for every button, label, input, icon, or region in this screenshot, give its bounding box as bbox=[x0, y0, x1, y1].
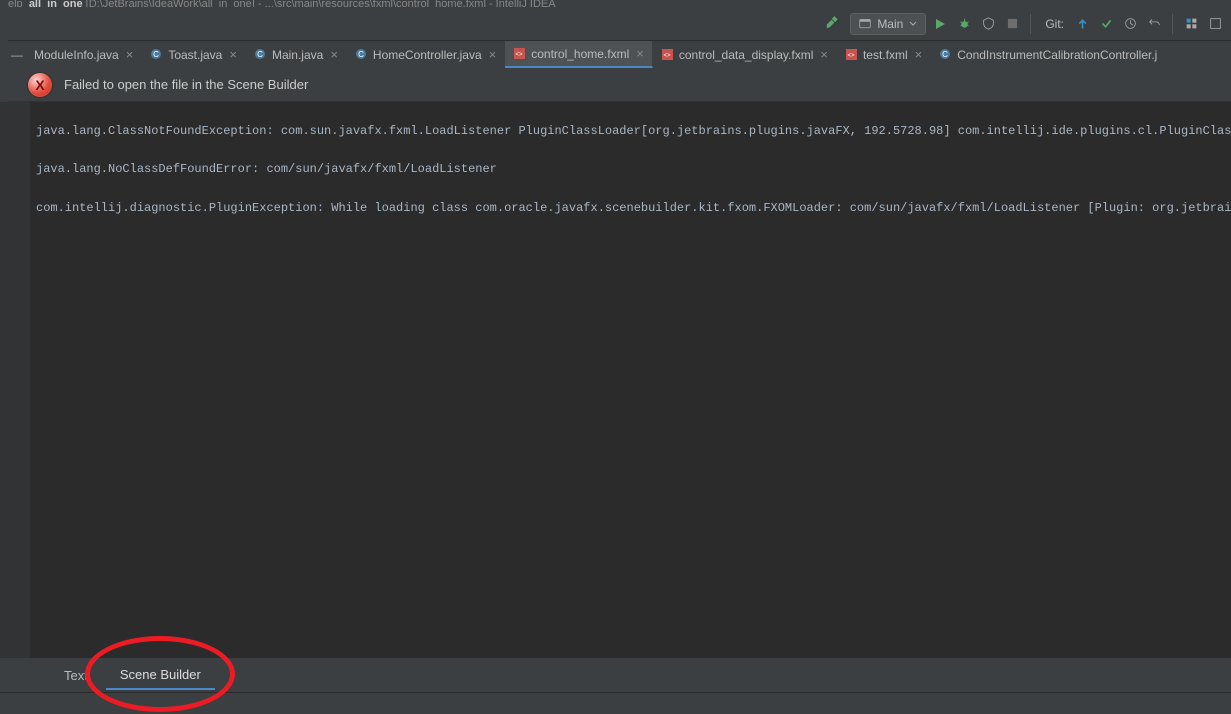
chevron-down-icon bbox=[909, 20, 917, 28]
close-icon[interactable]: × bbox=[636, 46, 644, 61]
file-label: Toast.java bbox=[168, 48, 222, 62]
file-label: CondInstrumentCalibrationController.j bbox=[957, 48, 1157, 62]
class-icon: C bbox=[939, 48, 952, 61]
close-icon[interactable]: × bbox=[915, 47, 923, 62]
tab-control-data-display-fxml[interactable]: <> control_data_display.fxml × bbox=[653, 41, 837, 68]
title-path: [D:\JetBrains\IdeaWork\all_in_one] - ...… bbox=[86, 0, 556, 7]
file-label: ModuleInfo.java bbox=[34, 48, 119, 62]
fxml-icon: <> bbox=[661, 48, 674, 61]
vcs-commit-icon[interactable] bbox=[1096, 14, 1116, 34]
window-title-bar: elp all_in_one [D:\JetBrains\IdeaWork\al… bbox=[0, 0, 1231, 7]
git-label: Git: bbox=[1045, 17, 1064, 31]
tab-control-home-fxml[interactable]: <> control_home.fxml × bbox=[505, 41, 653, 68]
error-banner: X Failed to open the file in the Scene B… bbox=[0, 68, 1231, 102]
editor-gutter bbox=[0, 102, 30, 658]
menu-help[interactable]: elp bbox=[8, 0, 23, 7]
editor-tabs: — ModuleInfo.java × C Toast.java × C Mai… bbox=[0, 41, 1231, 68]
search-everywhere-icon[interactable] bbox=[1205, 14, 1225, 34]
project-structure-icon[interactable] bbox=[1181, 14, 1201, 34]
debug-icon[interactable] bbox=[954, 14, 974, 34]
main-toolbar: Main Git: bbox=[0, 7, 1231, 41]
svg-text:C: C bbox=[358, 50, 364, 59]
fxml-icon: <> bbox=[845, 48, 858, 61]
svg-text:<>: <> bbox=[847, 53, 855, 59]
file-label: control_data_display.fxml bbox=[679, 48, 814, 62]
vcs-update-icon[interactable] bbox=[1072, 14, 1092, 34]
stack-line-2: java.lang.NoClassDefFoundError: com/sun/… bbox=[36, 162, 497, 176]
collapse-tabs-icon[interactable]: — bbox=[8, 41, 26, 68]
svg-text:<>: <> bbox=[663, 53, 671, 59]
class-icon: C bbox=[254, 48, 267, 61]
build-icon[interactable] bbox=[822, 14, 842, 34]
vcs-revert-icon[interactable] bbox=[1144, 14, 1164, 34]
tab-toast[interactable]: C Toast.java × bbox=[142, 41, 246, 68]
close-icon[interactable]: × bbox=[229, 47, 237, 62]
error-icon: X bbox=[28, 73, 52, 97]
svg-text:C: C bbox=[153, 50, 159, 59]
tab-condinstrument[interactable]: C CondInstrumentCalibrationController.j bbox=[931, 41, 1166, 68]
tab-moduleinfo[interactable]: ModuleInfo.java × bbox=[26, 41, 142, 68]
fxml-icon: <> bbox=[513, 47, 526, 60]
svg-text:C: C bbox=[257, 50, 263, 59]
status-bar bbox=[0, 692, 1231, 714]
separator bbox=[1172, 14, 1173, 34]
vcs-history-icon[interactable] bbox=[1120, 14, 1140, 34]
tab-homecontroller[interactable]: C HomeController.java × bbox=[347, 41, 505, 68]
bottom-tabs: Text Scene Builder bbox=[30, 658, 1231, 692]
class-icon: C bbox=[150, 48, 163, 61]
run-icon[interactable] bbox=[930, 14, 950, 34]
stack-line-1: java.lang.ClassNotFoundException: com.su… bbox=[36, 124, 1231, 138]
error-message: Failed to open the file in the Scene Bui… bbox=[64, 77, 308, 92]
separator bbox=[1030, 14, 1031, 34]
file-label: control_home.fxml bbox=[531, 47, 629, 61]
application-icon bbox=[859, 18, 871, 30]
svg-text:<>: <> bbox=[516, 52, 524, 58]
stop-icon[interactable] bbox=[1002, 14, 1022, 34]
file-label: Main.java bbox=[272, 48, 323, 62]
class-icon: C bbox=[355, 48, 368, 61]
bottom-tab-text[interactable]: Text bbox=[50, 662, 102, 689]
project-name: all_in_one bbox=[29, 0, 83, 7]
close-icon[interactable]: × bbox=[820, 47, 828, 62]
close-icon[interactable]: × bbox=[126, 47, 134, 62]
run-config-label: Main bbox=[877, 17, 903, 31]
tab-main[interactable]: C Main.java × bbox=[246, 41, 347, 68]
coverage-icon[interactable] bbox=[978, 14, 998, 34]
run-config-dropdown[interactable]: Main bbox=[850, 13, 926, 35]
close-icon[interactable]: × bbox=[489, 47, 497, 62]
editor-area[interactable]: java.lang.ClassNotFoundException: com.su… bbox=[30, 102, 1231, 658]
tab-test-fxml[interactable]: <> test.fxml × bbox=[837, 41, 931, 68]
bottom-tab-scene-builder[interactable]: Scene Builder bbox=[106, 661, 215, 690]
svg-text:C: C bbox=[942, 50, 948, 59]
file-label: HomeController.java bbox=[373, 48, 482, 62]
close-icon[interactable]: × bbox=[330, 47, 338, 62]
file-label: test.fxml bbox=[863, 48, 908, 62]
stack-line-3: com.intellij.diagnostic.PluginException:… bbox=[36, 201, 1231, 215]
